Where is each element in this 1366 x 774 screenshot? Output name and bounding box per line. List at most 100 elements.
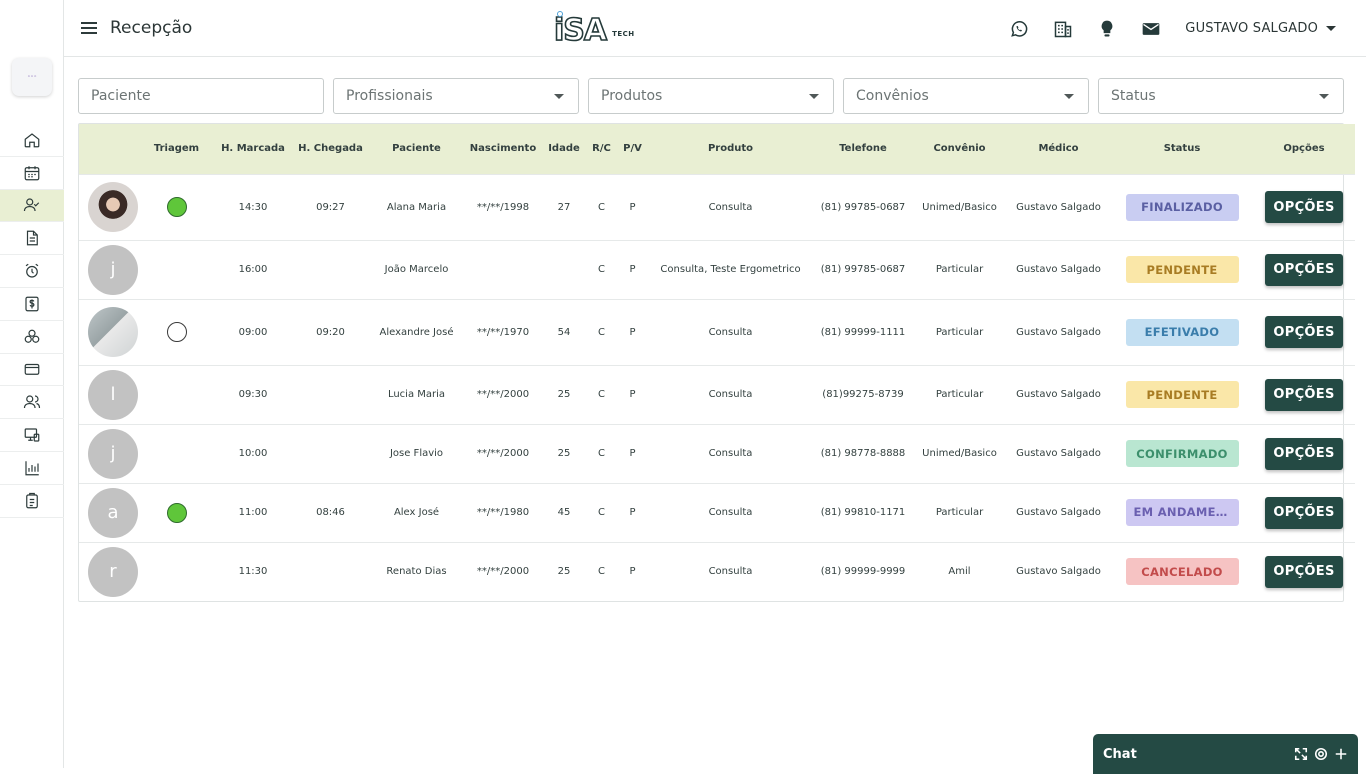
sidebar-item-calendar[interactable] bbox=[0, 157, 64, 190]
table-row[interactable]: 09:00 09:20 Alexandre José **/**/1970 54 C P Co… bbox=[79, 298, 1355, 365]
chat-title: Chat bbox=[1103, 746, 1137, 762]
patient-age: 54 bbox=[542, 298, 586, 365]
sidebar-item-payments[interactable] bbox=[0, 354, 64, 387]
table-row[interactable]: a 11:00 08:46 Alex José **/**/1980 45 C P Consul… bbox=[79, 482, 1355, 542]
building-icon bbox=[1055, 21, 1072, 37]
avatar: j bbox=[88, 244, 138, 295]
status-select[interactable]: Status bbox=[1098, 78, 1344, 114]
lightbulb-icon bbox=[1101, 20, 1113, 36]
sidebar-item-documents[interactable] bbox=[0, 222, 64, 256]
patient-name: Jose Flavio bbox=[369, 423, 464, 483]
avatar bbox=[88, 307, 138, 357]
sidebar-item-products[interactable] bbox=[0, 321, 64, 354]
messages-button[interactable] bbox=[1141, 19, 1161, 39]
sidebar-item-reports[interactable] bbox=[0, 452, 64, 485]
products-select[interactable]: Produtos bbox=[588, 78, 834, 114]
rc-value: C bbox=[586, 239, 617, 299]
col-header-status: Status bbox=[1163, 143, 1201, 155]
plus-icon[interactable] bbox=[1334, 747, 1348, 761]
avatar-cell: j bbox=[79, 423, 139, 483]
triage-indicator[interactable] bbox=[166, 502, 187, 523]
table-row[interactable]: 14:30 09:27 Alana Maria **/**/1998 27 C P Consu… bbox=[79, 173, 1355, 240]
insurance-name: Particular bbox=[913, 482, 1006, 542]
insurance-name: Particular bbox=[913, 298, 1006, 365]
birth-date bbox=[464, 239, 542, 299]
status-cell: EM ANDAMEN... bbox=[1111, 482, 1253, 542]
chat-panel[interactable]: Chat bbox=[1093, 734, 1358, 774]
sidebar-item-users[interactable] bbox=[0, 386, 64, 420]
triage-cell bbox=[139, 298, 214, 365]
scheduled-time: 16:00 bbox=[214, 239, 292, 299]
status-badge: EM ANDAMEN... bbox=[1125, 499, 1239, 526]
col-header-triage: Triagem bbox=[153, 143, 200, 155]
arrival-time bbox=[292, 239, 369, 299]
brand-suffix: TECH bbox=[612, 30, 635, 38]
rc-value: C bbox=[586, 364, 617, 424]
reception-table: Triagem H. Marcada H. Chegada Paciente N… bbox=[78, 123, 1355, 602]
avatar-cell: a bbox=[79, 482, 139, 542]
chevron-down-icon[interactable] bbox=[1326, 26, 1336, 31]
avatar-cell bbox=[79, 298, 139, 365]
rc-value: C bbox=[586, 541, 617, 601]
birth-date: **/**/1970 bbox=[464, 298, 542, 365]
rc-value: C bbox=[586, 482, 617, 542]
options-cell: OPÇÕES bbox=[1253, 239, 1355, 299]
scheduled-time: 14:30 bbox=[214, 173, 292, 240]
doctor-name: Gustavo Salgado bbox=[1006, 482, 1111, 542]
user-menu[interactable]: GUSTAVO SALGADO bbox=[1185, 21, 1318, 36]
options-cell: OPÇÕES bbox=[1253, 298, 1355, 365]
options-button[interactable]: OPÇÕES bbox=[1265, 555, 1343, 588]
col-header-age: Idade bbox=[548, 143, 580, 155]
expand-icon[interactable] bbox=[1294, 747, 1308, 761]
sidebar-item-devices[interactable] bbox=[0, 419, 64, 452]
brand-dot bbox=[557, 11, 563, 17]
triage-indicator[interactable] bbox=[166, 322, 187, 342]
patient-filter[interactable] bbox=[78, 78, 324, 114]
options-button[interactable]: OPÇÕES bbox=[1265, 378, 1343, 411]
triage-cell bbox=[139, 364, 214, 424]
table-row[interactable]: j 16:00 João Marcelo C P Consulta, Teste Ergo… bbox=[79, 239, 1355, 299]
triage-indicator[interactable] bbox=[166, 197, 187, 217]
phone-number: (81)99275-8739 bbox=[813, 364, 913, 424]
building-button[interactable] bbox=[1053, 19, 1073, 39]
status-badge: FINALIZADO bbox=[1125, 193, 1239, 221]
pv-value: P bbox=[617, 541, 648, 601]
insurances-select[interactable]: Convênios bbox=[843, 78, 1089, 114]
page-title: Recepção bbox=[110, 18, 193, 38]
status-cell: FINALIZADO bbox=[1111, 173, 1253, 240]
col-header-insurance: Convênio bbox=[933, 143, 986, 155]
document-icon bbox=[26, 230, 38, 246]
sidebar-item-reception[interactable] bbox=[0, 189, 64, 223]
chevron-down-icon bbox=[1319, 94, 1329, 99]
settings-icon[interactable] bbox=[1314, 747, 1328, 761]
options-button[interactable]: OPÇÕES bbox=[1265, 437, 1343, 470]
birth-date: **/**/1998 bbox=[464, 173, 542, 240]
table-row[interactable]: j 10:00 Jose Flavio **/**/2000 25 C P Consulta(… bbox=[79, 423, 1355, 483]
tips-button[interactable] bbox=[1097, 19, 1117, 39]
options-button[interactable]: OPÇÕES bbox=[1265, 496, 1343, 529]
header-actions: GUSTAVO SALGADO bbox=[1009, 0, 1366, 57]
arrival-time: 08:46 bbox=[292, 482, 369, 542]
patient-search-input[interactable] bbox=[91, 88, 323, 104]
options-button[interactable]: OPÇÕES bbox=[1265, 316, 1343, 348]
col-header-scheduled: H. Marcada bbox=[221, 143, 285, 155]
status-badge: CANCELADO bbox=[1125, 558, 1239, 586]
table-row[interactable]: r 11:30 Renato Dias **/**/2000 25 C P Consulta(… bbox=[79, 541, 1355, 601]
options-button[interactable]: OPÇÕES bbox=[1265, 191, 1343, 223]
sidebar-item-finance[interactable] bbox=[0, 288, 64, 321]
pv-value: P bbox=[617, 364, 648, 424]
sidebar-item-alarm[interactable] bbox=[0, 255, 64, 288]
sidebar-item-clipboard[interactable] bbox=[0, 485, 64, 518]
clinic-logo[interactable]: ◦◦◦ bbox=[12, 58, 52, 96]
users-icon bbox=[23, 395, 41, 409]
avatar-cell: j bbox=[79, 239, 139, 299]
table-row[interactable]: l 09:30 Lucia Maria **/**/2000 25 C P Consulta(… bbox=[79, 364, 1355, 424]
col-header-doctor: Médico bbox=[1038, 143, 1079, 155]
professionals-select[interactable]: Profissionais bbox=[333, 78, 579, 114]
devices-icon bbox=[24, 428, 40, 442]
whatsapp-button[interactable] bbox=[1009, 19, 1029, 39]
sidebar-item-home[interactable] bbox=[0, 124, 64, 157]
sidebar-nav bbox=[0, 124, 64, 518]
hamburger-menu-icon[interactable] bbox=[80, 19, 98, 37]
options-button[interactable]: OPÇÕES bbox=[1265, 253, 1343, 286]
